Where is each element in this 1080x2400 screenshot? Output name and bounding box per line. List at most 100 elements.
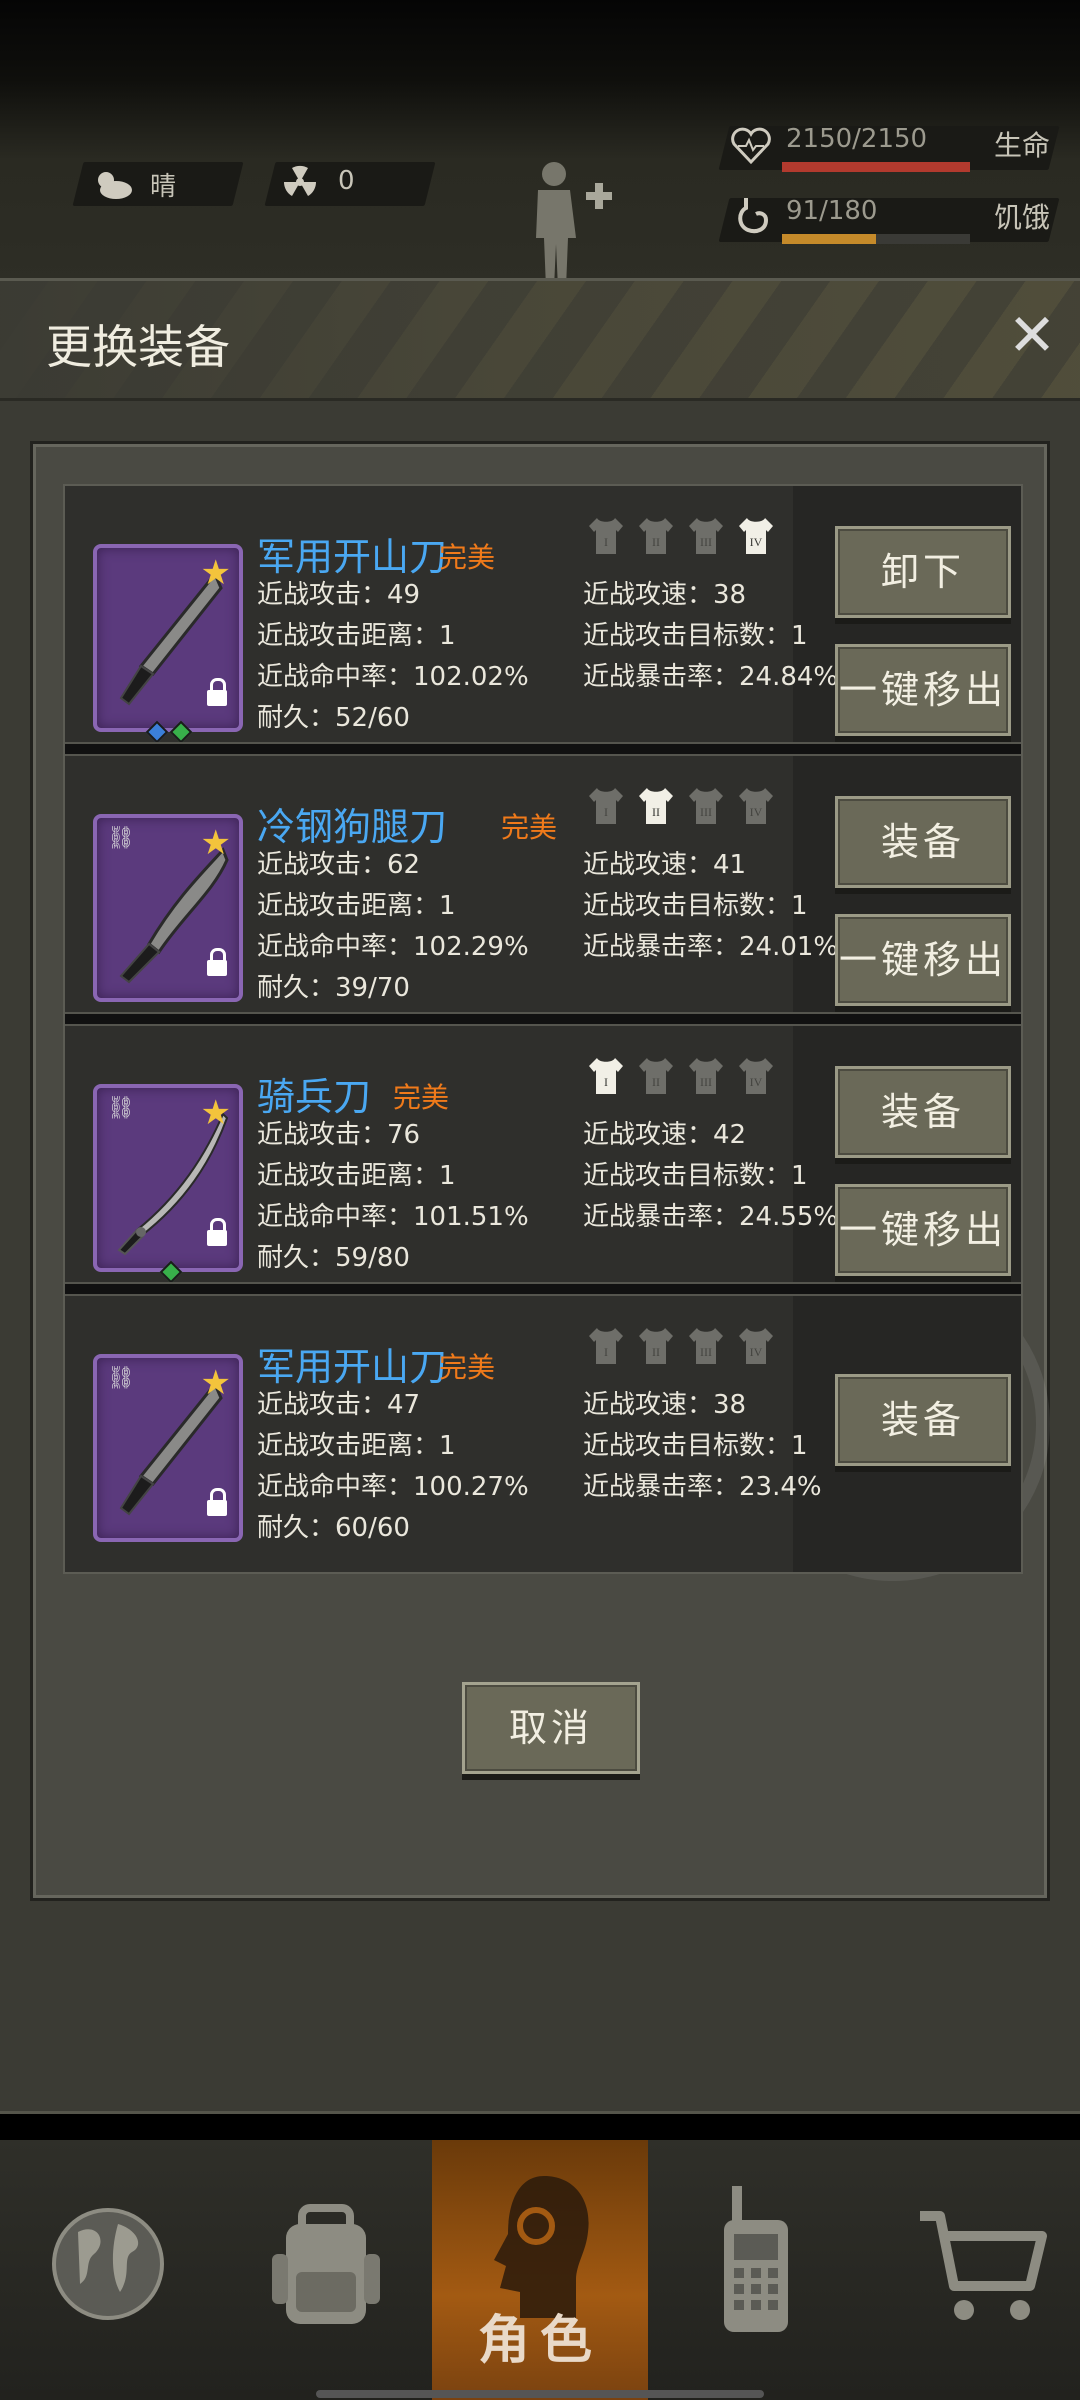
- weapon-icon-frame[interactable]: ⛓ ★: [93, 814, 243, 1002]
- lock-icon: [207, 1218, 227, 1246]
- nav-shop[interactable]: [864, 2140, 1080, 2400]
- equipment-list: ★ 军用开山刀 完美 近战攻击：49 近战攻击距离：1 近战命中率：102.02…: [63, 484, 1023, 1574]
- change-equipment-dialog: 更换装备 ✕ ★ 军用开山刀 完美 近战攻击：49 近战攻击距离：1 近战命中率…: [0, 278, 1080, 2114]
- equip-button[interactable]: 装备: [835, 796, 1011, 888]
- item-range: 近战攻击距离：1: [257, 891, 456, 921]
- slot-3-shirt-icon: III: [689, 1058, 723, 1094]
- item-range: 近战攻击距离：1: [257, 621, 456, 651]
- star-icon: ★: [200, 1093, 231, 1133]
- hunger-value: 91/180: [786, 196, 878, 226]
- equipment-item: ★ 军用开山刀 完美 近战攻击：49 近战攻击距离：1 近战命中率：102.02…: [65, 486, 1021, 744]
- item-name: 军用开山刀: [257, 535, 448, 579]
- slot-1-label: I: [604, 805, 608, 819]
- item-quality: 完美: [393, 1081, 450, 1114]
- equip-button[interactable]: 装备: [835, 1374, 1011, 1466]
- item-targets: 近战攻击目标数：1: [583, 891, 808, 921]
- bottom-nav: 角色: [0, 2140, 1080, 2400]
- item-targets: 近战攻击目标数：1: [583, 1161, 808, 1191]
- cart-icon: [920, 2211, 1047, 2320]
- slot-1-shirt-icon: I: [589, 788, 623, 824]
- remove-button[interactable]: 一键移出: [835, 644, 1011, 736]
- slot-3-label: III: [700, 805, 712, 819]
- unequip-button[interactable]: 卸下: [835, 526, 1011, 618]
- slot-1-shirt-icon: I: [589, 518, 623, 554]
- radio-icon: [724, 2186, 788, 2332]
- slot-2-label: II: [652, 805, 660, 819]
- slot-4-shirt-icon: IV: [739, 1328, 773, 1364]
- nav-backpack[interactable]: [216, 2140, 432, 2400]
- slot-4-shirt-icon: IV: [739, 788, 773, 824]
- item-hit: 近战命中率：102.02%: [257, 662, 529, 692]
- slot-4-shirt-icon: IV: [739, 518, 773, 554]
- item-durability: 耐久：60/60: [257, 1513, 410, 1543]
- item-range: 近战攻击距离：1: [257, 1431, 456, 1461]
- radiation-value: 0: [338, 166, 355, 196]
- nav-character-label: 角色: [477, 2311, 602, 2371]
- item-speed: 近战攻速：38: [583, 1390, 747, 1420]
- slot-shirts: I II III IV: [587, 1056, 787, 1100]
- item-hit: 近战命中率：101.51%: [257, 1202, 529, 1232]
- item-name: 军用开山刀: [257, 1345, 448, 1389]
- globe-icon: [52, 2208, 164, 2320]
- item-speed: 近战攻速：38: [583, 580, 747, 610]
- dialog-header: 更换装备 ✕: [0, 281, 1080, 401]
- close-icon[interactable]: ✕: [1006, 306, 1058, 364]
- equipment-item: ⛓ ★ 骑兵刀 完美 近战攻击：76 近战攻击距离：1 近战命中率：101.51…: [65, 1026, 1021, 1284]
- lock-icon: [207, 678, 227, 706]
- link-icon: ⛓: [107, 1096, 135, 1121]
- slot-4-label: IV: [750, 535, 763, 549]
- stomach-icon: [738, 198, 769, 234]
- equipment-item: ⛓ ★ 军用开山刀 完美 近战攻击：47 近战攻击距离：1 近战命中率：100.…: [65, 1296, 1021, 1572]
- weather-sun-cloud-icon: [98, 172, 132, 199]
- nav-radio[interactable]: [648, 2140, 864, 2400]
- weapon-icon-frame[interactable]: ⛓ ★: [93, 1354, 243, 1542]
- link-icon: ⛓: [107, 826, 135, 851]
- item-quality: 完美: [439, 1351, 496, 1384]
- item-hit: 近战命中率：102.29%: [257, 932, 529, 962]
- heart-icon: [731, 127, 771, 165]
- link-icon: ⛓: [107, 1366, 135, 1391]
- remove-button[interactable]: 一键移出: [835, 1184, 1011, 1276]
- body-figure-icon[interactable]: [520, 158, 620, 288]
- slot-2-shirt-icon: II: [639, 788, 673, 824]
- slot-2-label: II: [652, 1345, 660, 1359]
- health-label: 生命: [994, 129, 1051, 162]
- item-crit: 近战暴击率：24.55%: [583, 1202, 839, 1232]
- hunger-bar: [782, 234, 970, 244]
- equip-button[interactable]: 装备: [835, 1066, 1011, 1158]
- star-icon: ★: [200, 553, 231, 593]
- item-durability: 耐久：59/80: [257, 1243, 410, 1273]
- item-quality: 完美: [439, 541, 496, 574]
- item-targets: 近战攻击目标数：1: [583, 1431, 808, 1461]
- health-bar: [782, 162, 970, 172]
- item-attack: 近战攻击：76: [257, 1120, 421, 1150]
- star-icon: ★: [200, 823, 231, 863]
- slot-4-label: IV: [750, 1345, 763, 1359]
- slot-4-shirt-icon: IV: [739, 1058, 773, 1094]
- green-gem-icon: [169, 720, 193, 744]
- hunger-label: 饥饿: [994, 201, 1051, 234]
- cancel-button[interactable]: 取消: [462, 1682, 640, 1774]
- item-speed: 近战攻速：41: [583, 850, 747, 880]
- slot-3-shirt-icon: III: [689, 788, 723, 824]
- item-durability: 耐久：52/60: [257, 703, 410, 733]
- slot-2-shirt-icon: II: [639, 1058, 673, 1094]
- slot-2-shirt-icon: II: [639, 1328, 673, 1364]
- weapon-icon-frame[interactable]: ⛓ ★: [93, 1084, 243, 1284]
- lock-icon: [207, 1488, 227, 1516]
- item-name: 冷钢狗腿刀: [257, 805, 448, 849]
- nav-world[interactable]: [0, 2140, 216, 2400]
- weather-text: 晴: [150, 172, 177, 202]
- backpack-icon: [272, 2204, 380, 2324]
- item-quality: 完美: [501, 811, 558, 844]
- remove-button[interactable]: 一键移出: [835, 914, 1011, 1006]
- item-crit: 近战暴击率：23.4%: [583, 1472, 822, 1502]
- item-crit: 近战暴击率：24.84%: [583, 662, 839, 692]
- weapon-icon-frame[interactable]: ★: [93, 544, 243, 744]
- nav-character[interactable]: 角色: [432, 2140, 648, 2400]
- slot-shirts: I II III IV: [587, 786, 787, 830]
- slot-1-label: I: [604, 1075, 608, 1089]
- item-divider: [65, 1012, 1021, 1026]
- dialog-title: 更换装备: [46, 320, 230, 374]
- slot-2-shirt-icon: II: [639, 518, 673, 554]
